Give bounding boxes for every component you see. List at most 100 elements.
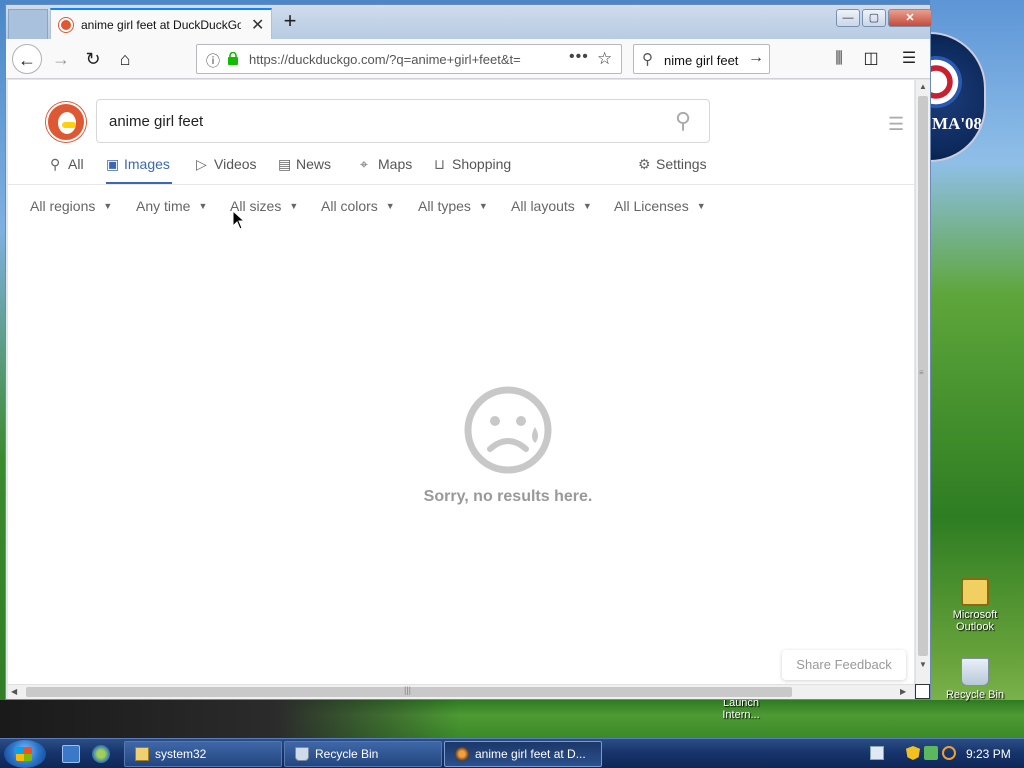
menu-icon[interactable]: ☰ <box>894 44 924 74</box>
address-bar[interactable]: ⓘ https://duckduckgo.com/?q=anime+girl+f… <box>196 44 622 74</box>
firefox-icon <box>455 747 469 761</box>
scroll-down-icon[interactable]: ▼ <box>919 660 927 669</box>
browser-window: anime girl feet at DuckDuckGo ✕ + — ▢ ✕ … <box>5 4 932 700</box>
search-query[interactable]: anime girl feet <box>109 113 203 130</box>
search-icon: ⚲ <box>50 156 61 172</box>
news-icon: ▤ <box>278 156 292 172</box>
no-results-message: Sorry, no results here. <box>423 488 593 505</box>
tab-label: Shopping <box>452 156 512 172</box>
filter-colors[interactable]: All colors ▼ <box>321 198 395 214</box>
show-desktop-icon[interactable] <box>62 745 80 763</box>
network-icon[interactable] <box>924 746 938 760</box>
badge-logo <box>930 56 962 108</box>
bookmark-star-icon[interactable]: ☆ <box>597 49 612 69</box>
filter-time[interactable]: Any time ▼ <box>136 198 207 214</box>
scroll-up-icon[interactable]: ▲ <box>919 82 927 91</box>
browser-search-bar[interactable]: ⚲ nime girl feet → <box>633 44 770 74</box>
taskbar-item-label: anime girl feet at D... <box>475 747 586 761</box>
tab-label: Maps <box>378 156 413 172</box>
image-icon: ▣ <box>106 156 120 172</box>
taskbar: system32 Recycle Bin anime girl feet at … <box>0 738 1024 768</box>
page-actions-icon[interactable]: ••• <box>569 48 589 66</box>
scroll-grip-icon: ||| <box>404 685 412 695</box>
home-button[interactable]: ⌂ <box>110 44 140 74</box>
close-window-button[interactable]: ✕ <box>888 9 932 27</box>
search-input[interactable]: anime girl feet ⚲ <box>96 99 710 143</box>
search-submit-icon[interactable]: ⚲ <box>675 108 691 134</box>
filter-types[interactable]: All types ▼ <box>418 198 488 214</box>
site-info-icon[interactable]: ⓘ <box>206 51 220 71</box>
tab-videos[interactable]: ▷ Videos <box>196 156 257 184</box>
horizontal-scrollbar[interactable]: ◀ ||| ▶ <box>8 684 914 699</box>
bag-icon: ⊔ <box>434 156 445 172</box>
system-tray: 9:23 PM <box>864 739 1024 768</box>
filter-regions[interactable]: All regions ▼ <box>30 198 112 214</box>
taskbar-item-recycle-bin[interactable]: Recycle Bin <box>284 741 442 767</box>
chevron-down-icon: ▼ <box>385 201 395 211</box>
outlook-icon <box>961 578 989 606</box>
mouse-cursor-icon <box>232 210 246 230</box>
media-player-icon[interactable] <box>92 745 110 763</box>
scroll-corner <box>915 684 930 699</box>
tab-shopping[interactable]: ⊔ Shopping <box>434 156 511 184</box>
tab-title: anime girl feet at DuckDuckGo <box>81 18 241 32</box>
taskbar-item-label: Recycle Bin <box>315 747 379 761</box>
chevron-down-icon: ▼ <box>582 201 592 211</box>
minimize-button[interactable]: — <box>836 9 860 27</box>
tab-maps[interactable]: ⌖ Maps <box>360 156 412 184</box>
search-go-icon[interactable]: → <box>748 49 764 67</box>
maximize-button[interactable]: ▢ <box>862 9 886 27</box>
tab-news[interactable]: ▤ News <box>278 156 331 184</box>
tab-overflow[interactable] <box>8 9 48 39</box>
tab-settings[interactable]: ⚙ Settings <box>638 156 707 184</box>
desktop-launch-ie-label[interactable]: Launch Intern... <box>712 697 770 721</box>
new-tab-button[interactable]: + <box>278 9 302 35</box>
no-results: Sorry, no results here. <box>398 385 618 506</box>
back-button[interactable]: ← <box>12 44 42 74</box>
tab-images[interactable]: ▣ Images <box>106 156 172 184</box>
vertical-scrollbar[interactable]: ▲ ≡ ▼ <box>915 80 930 684</box>
shield-icon[interactable] <box>906 746 920 760</box>
filter-layouts[interactable]: All layouts ▼ <box>511 198 592 214</box>
share-feedback-button[interactable]: Share Feedback <box>782 650 906 680</box>
chevron-down-icon: ▼ <box>478 201 488 211</box>
desktop-icon-outlook[interactable]: Microsoft Outlook <box>940 578 1010 633</box>
tab-label: Settings <box>656 156 707 172</box>
filter-label: All regions <box>30 198 96 214</box>
scroll-grip-icon: ≡ <box>919 368 924 377</box>
browser-tab[interactable]: anime girl feet at DuckDuckGo ✕ <box>50 8 272 40</box>
library-icon[interactable]: ⫼ <box>824 44 854 74</box>
search-tray-icon[interactable] <box>942 746 956 760</box>
url-text[interactable]: https://duckduckgo.com/?q=anime+girl+fee… <box>249 52 539 67</box>
page-content: anime girl feet ⚲ ☰ ⚲ All ▣ Images ▷ Videos… <box>8 80 914 684</box>
start-button[interactable] <box>4 740 46 768</box>
filter-licenses[interactable]: All Licenses ▼ <box>614 198 706 214</box>
folder-icon <box>135 747 149 761</box>
recycle-bin-icon <box>295 747 309 761</box>
filter-label: All colors <box>321 198 378 214</box>
desktop-icon-recycle-bin[interactable]: Recycle Bin <box>940 658 1010 701</box>
chevron-down-icon: ▼ <box>289 201 299 211</box>
sliders-icon: ⚙ <box>638 156 651 172</box>
scroll-left-icon[interactable]: ◀ <box>11 687 17 696</box>
reload-button[interactable]: ↻ <box>78 44 108 74</box>
desktop-icon-label: Microsoft Outlook <box>952 609 998 633</box>
site-menu-icon[interactable]: ☰ <box>888 114 904 135</box>
taskbar-item-browser[interactable]: anime girl feet at D... <box>444 741 602 767</box>
tab-close-icon[interactable]: ✕ <box>251 15 264 35</box>
play-icon: ▷ <box>196 156 207 172</box>
search-icon: ⚲ <box>642 51 653 68</box>
clock[interactable]: 9:23 PM <box>966 747 1011 761</box>
sidebar-icon[interactable]: ◫ <box>856 44 886 74</box>
scroll-right-icon[interactable]: ▶ <box>900 687 906 696</box>
keyboard-icon[interactable] <box>870 746 884 760</box>
tab-all[interactable]: ⚲ All <box>50 156 84 184</box>
duckduckgo-logo-icon[interactable] <box>46 102 86 142</box>
filter-label: Any time <box>136 198 191 214</box>
tabs-divider <box>8 184 914 185</box>
navigation-toolbar: ← → ↻ ⌂ ⓘ https://duckduckgo.com/?q=anim… <box>6 39 930 79</box>
filter-label: All Licenses <box>614 198 689 214</box>
forward-button[interactable]: → <box>46 44 76 74</box>
taskbar-item-system32[interactable]: system32 <box>124 741 282 767</box>
search-bar-value[interactable]: nime girl feet <box>664 53 746 68</box>
